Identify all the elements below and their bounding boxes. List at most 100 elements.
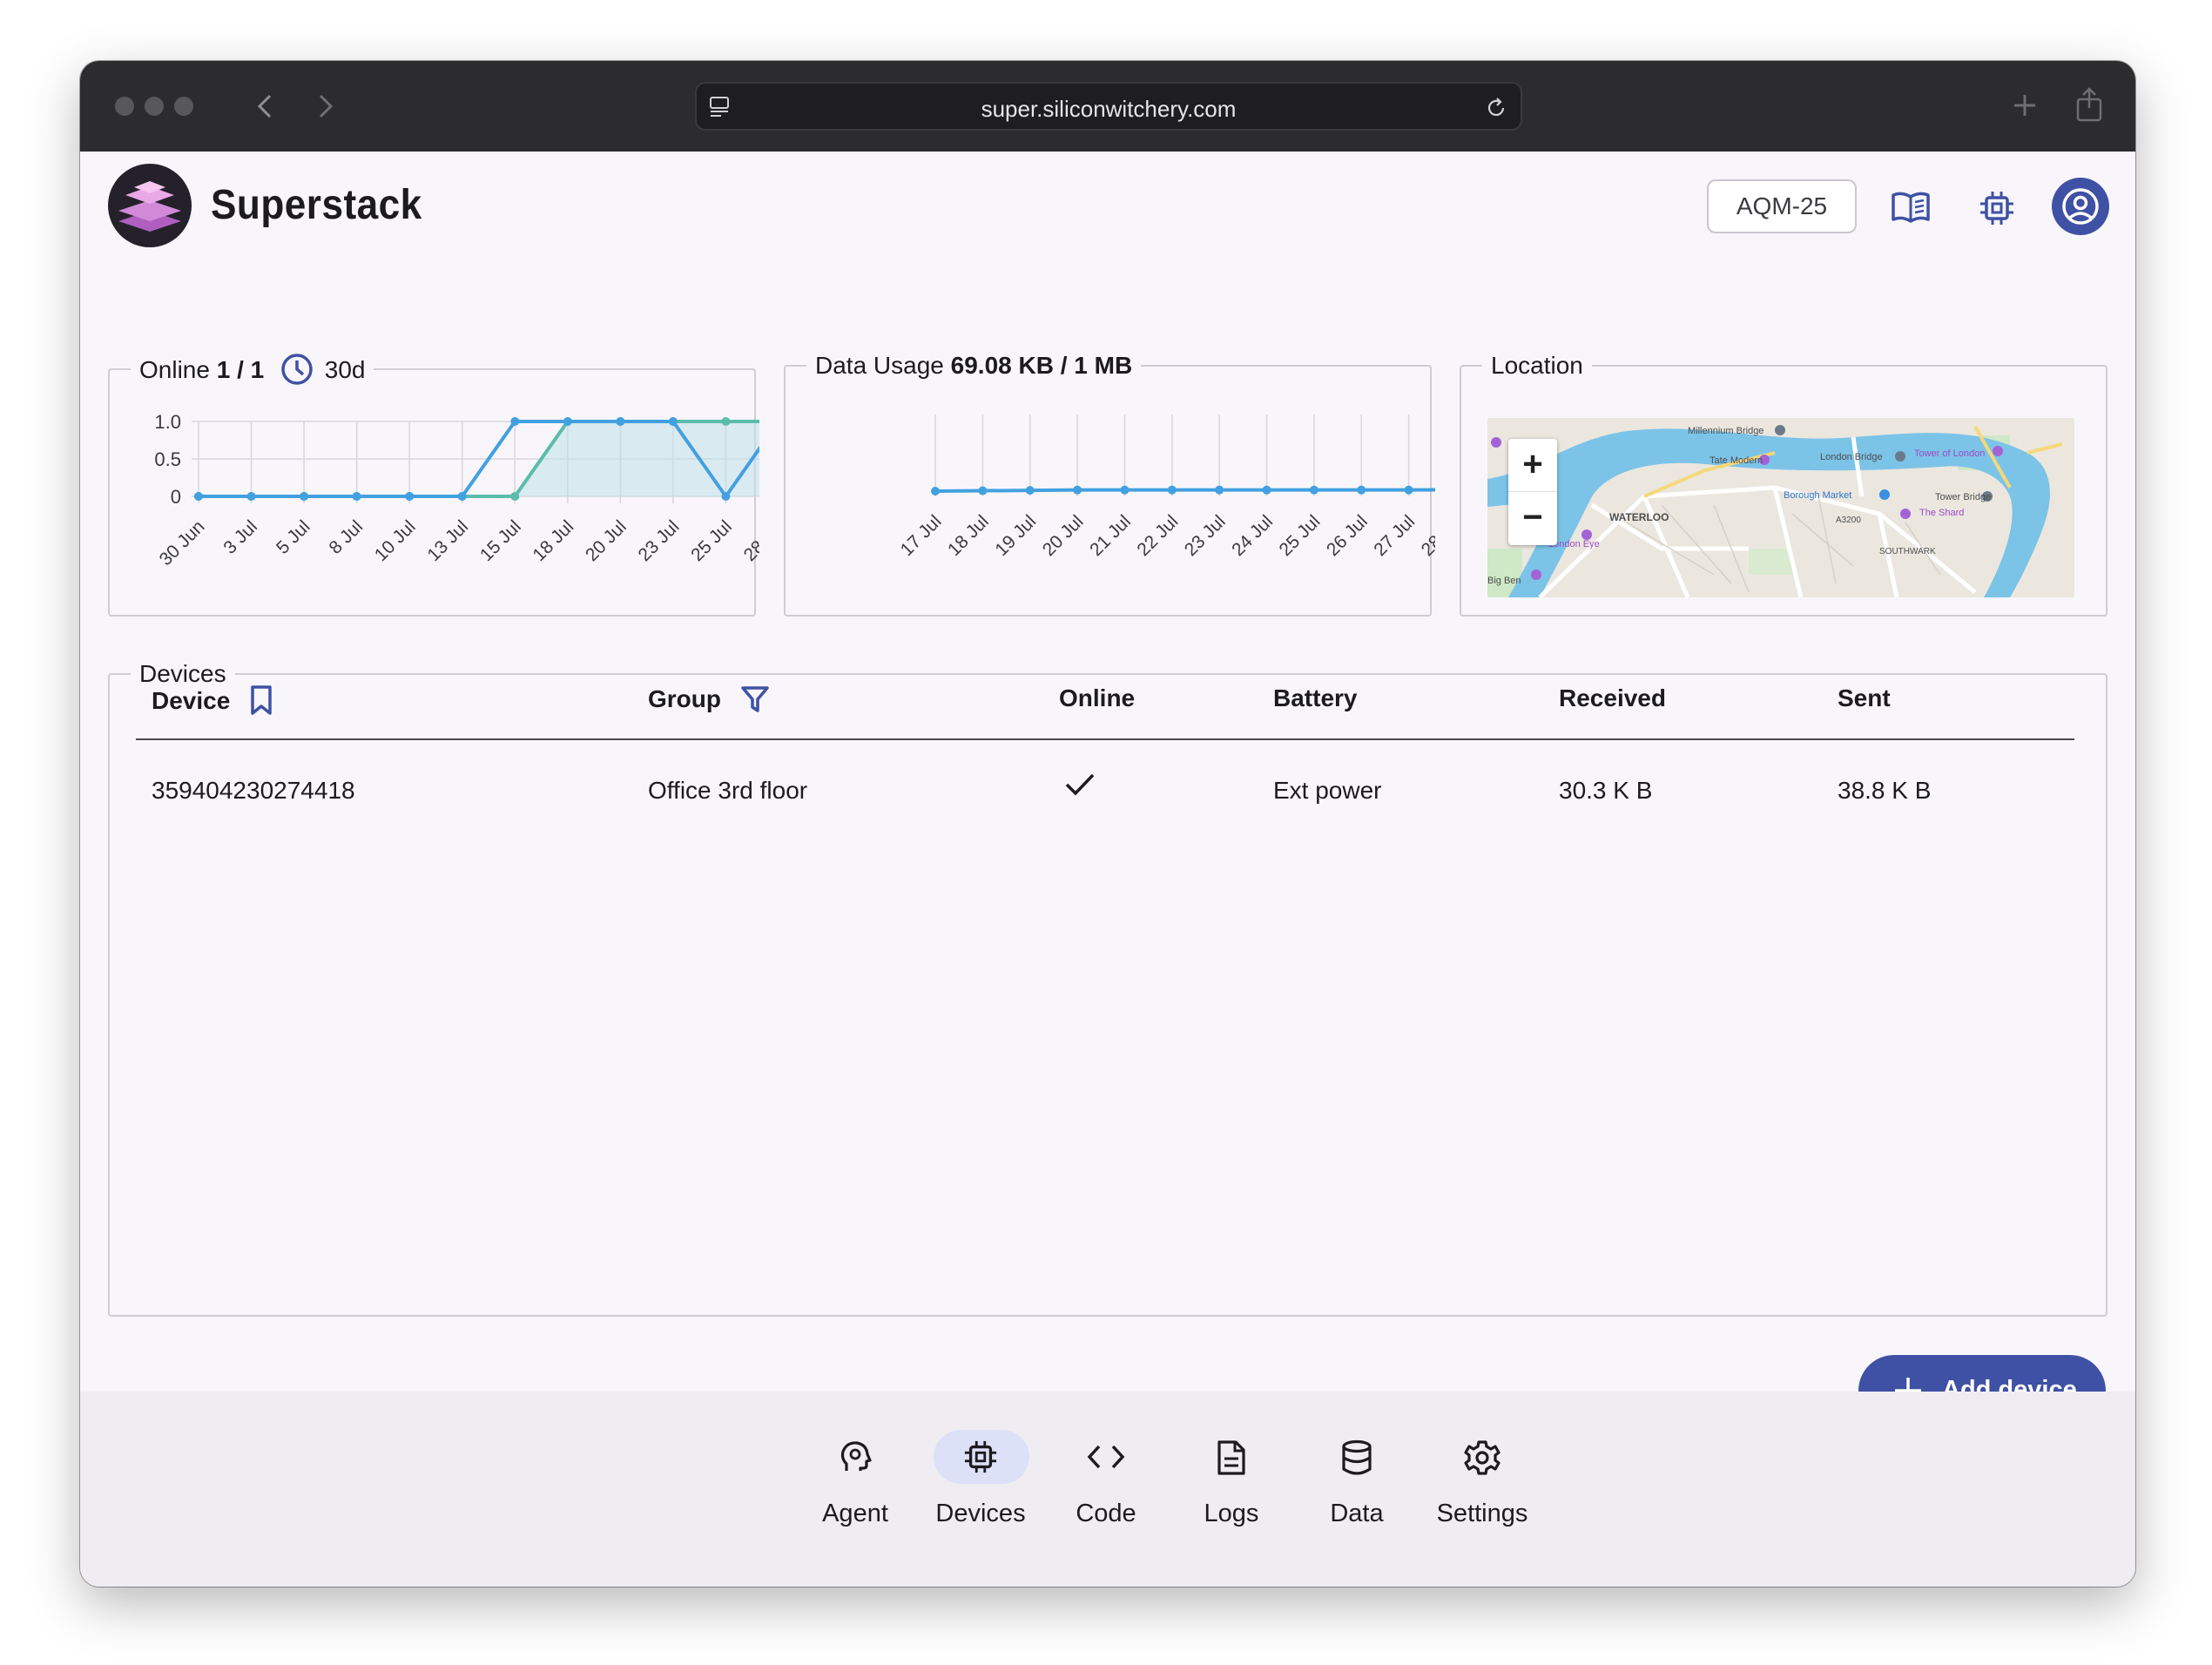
x-tick-label: 24 Jul	[1228, 511, 1277, 560]
cell-device-id[interactable]: 359404230274418	[152, 777, 355, 805]
documentation-book-icon[interactable]	[1890, 190, 1932, 225]
data-point	[1167, 485, 1177, 495]
x-tick-label: 3 Jul	[219, 516, 261, 558]
data-point	[405, 492, 415, 501]
col-header-received[interactable]: Received	[1559, 684, 1666, 712]
x-tick-label: 28 Jul	[1418, 511, 1435, 560]
url-text: super.siliconwitchery.com	[981, 96, 1237, 122]
online-count: 1 / 1	[216, 356, 265, 383]
bookmark-icon[interactable]	[249, 684, 273, 716]
data-point	[563, 417, 572, 426]
data-point	[1073, 485, 1082, 495]
data-point	[300, 492, 309, 501]
data-usage-label: Data Usage	[815, 352, 944, 379]
data-point	[1025, 486, 1035, 495]
browser-titlebar: super.siliconwitchery.com	[80, 61, 2135, 152]
map-label-southwark: SOUTHWARK	[1879, 547, 1936, 556]
data-point	[721, 492, 731, 501]
x-tick-label: 15 Jul	[476, 516, 525, 565]
map-label-waterloo: WATERLOO	[1609, 511, 1669, 523]
cell-battery: Ext power	[1273, 777, 1382, 804]
location-legend: Location	[1491, 352, 1583, 379]
map-zoom-in-button[interactable]: +	[1508, 439, 1557, 492]
device-code-button[interactable]: AQM-25	[1707, 179, 1857, 233]
online-chart: 1.0 0.5 0 30 Jun 3 Jul 5 Jul 8 Jul 10 Jul 13 Jul…	[154, 411, 759, 570]
data-point	[1309, 485, 1318, 495]
share-icon[interactable]	[2074, 87, 2104, 122]
x-tick-label: 5 Jul	[273, 516, 314, 558]
x-tick-label: 23 Jul	[1181, 511, 1230, 560]
close-window-button[interactable]	[115, 97, 134, 116]
col-header-device-label: Device	[152, 687, 231, 714]
document-icon	[1217, 1440, 1245, 1475]
y-tick-label: 0.5	[154, 448, 181, 470]
nav-label-settings: Settings	[1436, 1500, 1528, 1527]
data-point	[978, 486, 988, 495]
map-label-tower-bridge: Tower Bridge	[1935, 492, 1991, 502]
col-header-group[interactable]: Group	[648, 684, 770, 714]
nav-label-agent: Agent	[822, 1500, 888, 1527]
filter-icon[interactable]	[740, 684, 770, 714]
col-header-group-label: Group	[648, 685, 721, 712]
online-period[interactable]: 30d	[325, 356, 366, 383]
x-tick-label: 30 Jun	[156, 516, 209, 570]
col-header-battery[interactable]: Battery	[1273, 684, 1357, 712]
y-tick-label: 0	[171, 486, 181, 508]
map-label-the-shard: The Shard	[1919, 508, 1964, 518]
reload-icon[interactable]	[1484, 96, 1508, 120]
nav-item-logs[interactable]: Logs	[1170, 1430, 1292, 1534]
col-header-sent[interactable]: Sent	[1838, 684, 1891, 712]
col-header-device[interactable]: Device	[152, 684, 273, 716]
back-icon[interactable]	[254, 92, 275, 120]
x-tick-label: 10 Jul	[371, 516, 420, 565]
clock-icon[interactable]	[280, 352, 314, 387]
x-tick-label: 18 Jul	[529, 516, 577, 565]
x-tick-label: 22 Jul	[1133, 511, 1182, 560]
data-point	[352, 492, 361, 501]
nav-label-logs: Logs	[1204, 1500, 1259, 1527]
minimize-window-button[interactable]	[145, 97, 164, 116]
nav-item-data[interactable]: Data	[1296, 1430, 1418, 1534]
map-label-tower-of-london: Tower of London	[1914, 448, 1985, 459]
nav-label-data: Data	[1330, 1500, 1384, 1527]
map-tiles: Millennium Bridge Tate Modern London Bri…	[1487, 418, 2074, 597]
app-title: Superstack	[211, 182, 422, 228]
data-point	[668, 417, 678, 426]
data-point	[1404, 485, 1413, 495]
map-label-big-ben: Big Ben	[1487, 576, 1521, 586]
col-header-online[interactable]: Online	[1059, 684, 1135, 712]
data-point	[246, 492, 256, 501]
online-card-legend: Online 1 / 1 30d	[131, 352, 374, 387]
nav-item-code[interactable]: Code	[1045, 1430, 1167, 1534]
data-usage-chart: 17 Jul18 Jul19 Jul20 Jul21 Jul22 Jul23 J…	[897, 415, 1435, 560]
forward-icon[interactable]	[315, 92, 336, 120]
map-zoom-out-button[interactable]: −	[1508, 492, 1557, 545]
map-label-a3200: A3200	[1836, 516, 1861, 525]
data-point	[721, 417, 731, 426]
data-usage-legend: Data Usage 69.08 KB / 1 MB	[806, 352, 1141, 380]
data-point	[457, 492, 467, 501]
zoom-window-button[interactable]	[174, 97, 193, 116]
address-bar[interactable]: super.siliconwitchery.com	[695, 82, 1522, 131]
nav-item-devices[interactable]: Devices	[920, 1430, 1042, 1534]
nav-label-code: Code	[1076, 1500, 1136, 1527]
x-tick-label: 20 Jul	[582, 516, 631, 565]
data-usage-value: 69.08 KB / 1 MB	[950, 352, 1133, 379]
data-point	[1120, 485, 1130, 495]
nav-item-agent[interactable]: Agent	[794, 1430, 916, 1534]
data-point	[194, 492, 203, 501]
location-map[interactable]: Millennium Bridge Tate Modern London Bri…	[1487, 418, 2074, 597]
superstack-logo[interactable]	[108, 164, 192, 247]
account-icon[interactable]	[2052, 178, 2109, 235]
layers-logo-icon	[118, 181, 181, 232]
new-tab-icon[interactable]	[2012, 92, 2038, 118]
nav-item-settings[interactable]: Settings	[1421, 1430, 1543, 1534]
code-icon	[1087, 1445, 1125, 1469]
chip-icon	[964, 1440, 997, 1473]
cell-sent: 38.8 K B	[1838, 777, 1932, 804]
x-tick-label: 28 Jul	[740, 516, 759, 565]
cell-group: Office 3rd floor	[648, 777, 808, 804]
browser-window: super.siliconwitchery.com Superstack AQM…	[80, 61, 2135, 1587]
x-tick-label: 18 Jul	[944, 511, 993, 560]
chip-icon[interactable]	[1979, 190, 2015, 226]
